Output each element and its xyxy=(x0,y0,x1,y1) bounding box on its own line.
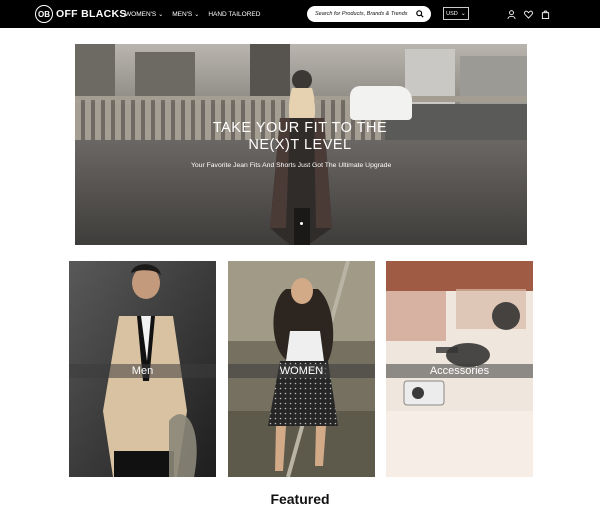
logo[interactable]: OB OFF BLACKS xyxy=(35,5,127,23)
user-icon[interactable] xyxy=(506,9,516,19)
section-heading-featured: Featured xyxy=(270,491,330,507)
nav-label-mens: MEN'S xyxy=(172,10,193,18)
category-tile-accessories[interactable]: Accessories xyxy=(386,261,533,477)
hero-title: TAKE YOUR FIT TO THE NE(X)T LEVEL xyxy=(212,120,388,153)
main-nav: WOMEN'S ⌄ MEN'S ⌄ HAND TAILORED xyxy=(125,0,260,28)
hero-subtitle: Your Favorite Jean Fits And Shorts Just … xyxy=(191,162,392,169)
chevron-down-icon: ⌄ xyxy=(158,11,164,18)
nav-item-hand-tailored[interactable]: HAND TAILORED xyxy=(208,11,260,18)
heart-icon[interactable] xyxy=(523,9,533,19)
category-label-accessories: Accessories xyxy=(429,365,490,377)
search-input[interactable] xyxy=(315,11,415,17)
site-header: OB OFF BLACKS WOMEN'S ⌄ MEN'S ⌄ HAND TAI… xyxy=(0,0,600,28)
chevron-down-icon: ⌄ xyxy=(460,11,466,17)
hero-car xyxy=(350,86,412,120)
chevron-down-icon: ⌄ xyxy=(194,11,200,18)
logo-mark: OB xyxy=(35,5,53,23)
search-box xyxy=(307,6,431,22)
category-label-men: Men xyxy=(131,365,154,377)
header-icons xyxy=(506,9,550,19)
bag-icon[interactable] xyxy=(540,9,550,19)
nav-item-womens[interactable]: WOMEN'S ⌄ xyxy=(125,11,163,18)
nav-label-hand-tailored: HAND TAILORED xyxy=(208,10,261,18)
carousel-dot[interactable] xyxy=(300,222,303,225)
nav-label-womens: WOMEN'S xyxy=(125,10,157,18)
logo-text: OFF BLACKS xyxy=(56,8,127,20)
category-label-women: WOMEN xyxy=(279,365,324,377)
category-tile-women[interactable]: WOMEN xyxy=(228,261,375,477)
search-icon[interactable] xyxy=(415,9,425,19)
page: OB OFF BLACKS WOMEN'S ⌄ MEN'S ⌄ HAND TAI… xyxy=(0,0,600,522)
nav-item-mens[interactable]: MEN'S ⌄ xyxy=(172,11,199,18)
category-tile-men[interactable]: Men xyxy=(69,261,216,477)
currency-select[interactable]: USD ⌄ xyxy=(443,7,469,20)
hero-banner[interactable]: TAKE YOUR FIT TO THE NE(X)T LEVEL Your F… xyxy=(75,44,527,245)
hero-building xyxy=(75,44,115,104)
currency-value: USD xyxy=(446,10,458,17)
